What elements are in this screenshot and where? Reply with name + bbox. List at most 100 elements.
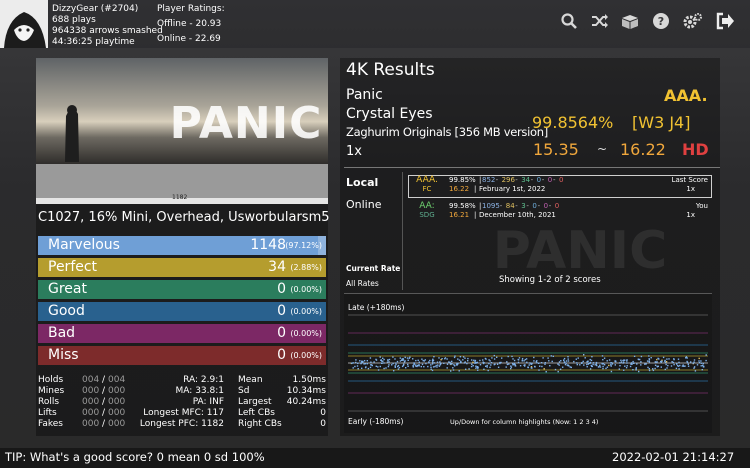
offset-point	[369, 357, 372, 359]
offset-point	[519, 365, 522, 367]
offset-point	[568, 365, 570, 367]
shuffle-icon[interactable]	[589, 12, 611, 34]
offset-point	[386, 361, 389, 363]
offset-point	[589, 368, 592, 370]
stat-label: Fakes	[38, 419, 63, 429]
judgement-label: Bad	[48, 325, 76, 341]
stat-value: 10.34ms	[286, 386, 326, 396]
stat-value: 000	[82, 408, 100, 418]
offset-point	[583, 364, 585, 366]
offset-point	[479, 364, 482, 366]
stat-value: 000	[82, 397, 100, 407]
offset-point	[626, 362, 628, 364]
offset-point	[619, 365, 621, 367]
offset-point	[364, 363, 367, 365]
offset-point	[558, 364, 560, 366]
offset-point	[563, 359, 565, 362]
help-icon[interactable]: ?	[650, 12, 672, 34]
score-date: February 1st, 2022	[479, 185, 546, 193]
offset-point	[382, 357, 384, 359]
offset-point	[690, 361, 692, 363]
tab-local[interactable]: Local	[346, 176, 378, 189]
offset-point	[477, 369, 479, 371]
offset-point	[510, 367, 512, 370]
offset-point	[678, 361, 680, 364]
offset-point	[468, 368, 470, 370]
offset-point	[423, 360, 425, 362]
score-judgement: 296	[501, 176, 515, 184]
offset-point	[664, 359, 666, 362]
offset-point	[451, 360, 453, 363]
avatar[interactable]	[0, 0, 48, 48]
all-rates-toggle[interactable]: All Rates	[346, 279, 379, 288]
offset-point	[650, 357, 652, 359]
score-rate: 1x	[686, 185, 695, 193]
offset-point	[652, 369, 655, 372]
offset-point	[543, 368, 545, 370]
offset-point	[592, 363, 594, 366]
offset-point	[548, 360, 550, 362]
offset-point	[391, 364, 393, 366]
offset-point	[608, 359, 611, 361]
offset-point	[506, 361, 508, 363]
offset-point	[505, 366, 507, 368]
exit-icon[interactable]	[714, 12, 736, 34]
offset-point	[629, 365, 632, 368]
offset-point	[363, 360, 366, 362]
stat-label: Lifts	[38, 408, 57, 418]
offset-point	[359, 360, 361, 362]
offset-point	[518, 357, 521, 359]
offset-point	[397, 365, 399, 368]
offset-point	[484, 357, 487, 360]
offset-point	[536, 360, 538, 362]
offset-point	[513, 363, 515, 366]
results-title: 4K Results	[346, 60, 435, 80]
offset-point	[464, 357, 466, 359]
stat-value: 004	[82, 375, 100, 385]
search-icon[interactable]	[558, 12, 580, 34]
stat-label: Mines	[38, 386, 65, 396]
judgement-count: 0	[277, 281, 286, 297]
judgement-count: 1148	[250, 237, 286, 253]
score-tag: You	[695, 202, 708, 210]
offset-point	[434, 365, 436, 368]
offset-point	[602, 359, 604, 361]
offset-point	[671, 361, 673, 363]
offset-point	[698, 362, 701, 364]
offset-point	[423, 366, 425, 368]
offset-point	[351, 362, 353, 364]
current-rate-toggle[interactable]: Current Rate	[346, 264, 400, 273]
pack-name: Zaghurim Originals [356 MB version]	[346, 125, 548, 139]
offset-point	[355, 359, 357, 361]
offset-point	[602, 367, 604, 370]
offset-point	[614, 360, 617, 362]
offset-point	[446, 367, 448, 369]
arrows-smashed: 964338 arrows smashed	[52, 26, 163, 36]
score-separator: |	[474, 211, 477, 219]
offset-point	[606, 366, 609, 368]
offset-point	[664, 361, 667, 364]
offset-point	[529, 362, 531, 364]
offset-point	[538, 369, 540, 371]
offset-point	[559, 368, 562, 370]
offset-point	[437, 364, 439, 366]
offset-point	[433, 356, 435, 358]
offset-point	[356, 365, 359, 367]
offset-point	[377, 366, 379, 368]
score-ssr: 16.22	[449, 185, 470, 193]
settings-icon[interactable]	[682, 12, 704, 34]
offset-point	[633, 362, 635, 364]
offset-point	[354, 365, 356, 368]
score-count: Showing 1-2 of 2 scores	[499, 275, 601, 285]
offset-point	[482, 359, 484, 361]
offset-point	[693, 366, 696, 368]
offset-point	[694, 370, 697, 372]
boxes-icon[interactable]	[619, 12, 641, 34]
offset-point	[508, 363, 510, 365]
tab-online[interactable]: Online	[346, 198, 381, 211]
tip-text: TIP: What's a good score? 0 mean 0 sd 10…	[5, 450, 265, 464]
ssr-value: 16.22	[620, 140, 666, 159]
offset-point	[596, 364, 598, 367]
offset-point	[452, 367, 454, 369]
player-ratings-title: Player Ratings:	[157, 4, 225, 14]
